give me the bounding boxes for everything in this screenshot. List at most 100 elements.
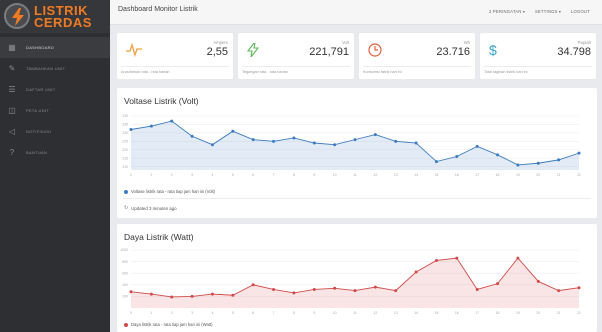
help-icon: ? (9, 147, 15, 157)
voltage-x-tick-label: 7 (273, 173, 275, 177)
stat-value: 34.798 (557, 46, 591, 58)
voltage-data-point (272, 139, 276, 143)
sidebar-item-label: DASHBOARD (26, 45, 55, 50)
stat-unit: Volt (342, 40, 349, 45)
lightning-logo-icon (4, 3, 30, 29)
divider (484, 66, 592, 67)
power-x-tick-label: 2 (171, 311, 173, 315)
voltage-x-tick-label: 18 (496, 173, 500, 177)
power-y-tick-label: 1000 (120, 248, 128, 252)
dollar-icon: $ (489, 42, 497, 58)
voltage-area (131, 121, 579, 170)
power-data-point (353, 289, 357, 293)
power-y-tick-label: 800 (122, 260, 128, 264)
voltage-x-tick-label: 17 (475, 173, 479, 177)
power-data-point (394, 289, 398, 293)
power-x-tick-label: 6 (252, 311, 254, 315)
brand-logo[interactable]: LISTRIK CERDAS (0, 0, 110, 33)
power-y-tick-label: 200 (122, 295, 128, 299)
notifications-dropdown[interactable]: 2 PERINGATAN ▾ (489, 9, 525, 14)
stat-description: Konsumsi listrik hari ini (363, 70, 402, 74)
power-x-tick-label: 11 (353, 311, 357, 315)
voltage-chart: 2102152202252302352400 1 2 3 4 5 6 7 8 9 10 11 12 13 1… (122, 114, 581, 177)
power-data-point (129, 290, 133, 294)
voltage-data-point (251, 138, 255, 142)
voltage-x-tick-label: 22 (577, 173, 581, 177)
legend-swatch (124, 322, 128, 327)
top-bar: Dashboard Monitor Listrik 2 PERINGATAN ▾… (110, 0, 602, 25)
refresh-icon: ↻ (124, 205, 129, 211)
stat-card-ampere: Ampere 2,55 Arus/beban rata - rata haria… (117, 33, 233, 79)
power-x-tick-label: 18 (496, 311, 500, 315)
voltage-data-point (516, 163, 520, 167)
power-chart-legend: Daya listrik rata - rata tiap jam hari i… (124, 322, 213, 327)
sidebar-item-tambahkan-unit[interactable]: ✎ TAMBAHKAN UNIT (0, 58, 110, 79)
edit-icon: ✎ (8, 63, 16, 73)
power-x-tick-label: 8 (293, 311, 295, 315)
power-data-point (414, 270, 418, 274)
stat-unit: Rupiah (577, 40, 591, 45)
voltage-y-tick-label: 230 (122, 131, 128, 135)
sidebar-item-label: BANTUAN (26, 150, 48, 155)
bell-icon: ◁ (8, 126, 16, 136)
voltage-data-point (170, 119, 174, 123)
legend-label: Daya listrik rata - rata tiap jam hari i… (131, 322, 213, 327)
power-data-point (536, 279, 540, 283)
stat-card-rupiah: $ Rupiah 34.798 Total tagihan listrik ha… (480, 33, 596, 79)
sidebar-item-dashboard[interactable]: ▦ DASHBOARD (0, 37, 110, 58)
voltage-y-tick-label: 210 (122, 165, 128, 169)
voltage-x-tick-label: 15 (435, 173, 439, 177)
map-icon: ◫ (8, 105, 16, 115)
voltage-data-point (557, 158, 561, 162)
power-y-tick-label: 600 (122, 271, 128, 275)
power-data-point (210, 292, 214, 296)
voltage-y-tick-label: 240 (122, 114, 128, 118)
power-x-tick-label: 12 (373, 311, 377, 315)
pulse-icon (126, 42, 142, 60)
voltage-data-point (312, 141, 316, 145)
power-data-point (170, 295, 174, 299)
voltage-y-tick-label: 225 (122, 140, 128, 144)
voltage-data-point (149, 124, 153, 128)
power-data-point (496, 282, 500, 286)
updated-text: Updated 3 minutes ago (131, 205, 177, 211)
voltage-x-tick-label: 13 (394, 173, 398, 177)
voltage-data-point (496, 153, 500, 157)
power-data-point (373, 285, 377, 289)
voltage-x-tick-label: 5 (232, 173, 234, 177)
voltage-data-point (190, 134, 194, 138)
voltage-chart-legend: Voltase listrik rata - rata tiap jam har… (124, 189, 215, 194)
sidebar-item-label: NOTIFIKASI (26, 129, 52, 134)
divider (242, 66, 350, 67)
divider (121, 66, 229, 67)
power-x-tick-label: 9 (313, 311, 315, 315)
settings-dropdown[interactable]: SETTINGS ▾ (535, 9, 561, 14)
sidebar-item-peta-unit[interactable]: ◫ PETA UNIT (0, 100, 110, 121)
stat-unit: Ampere (213, 40, 228, 45)
stat-value: 221,791 (309, 46, 349, 58)
voltage-x-tick-label: 16 (455, 173, 459, 177)
power-x-tick-label: 21 (557, 311, 561, 315)
voltage-x-tick-label: 20 (536, 173, 540, 177)
power-data-point (190, 294, 194, 298)
sidebar-item-notifikasi[interactable]: ◁ NOTIFIKASI (0, 121, 110, 142)
power-data-point (231, 293, 235, 297)
voltage-x-tick-label: 10 (333, 173, 337, 177)
power-x-tick-label: 17 (475, 311, 479, 315)
power-data-point (577, 286, 581, 290)
stat-value: 23.716 (436, 46, 470, 58)
sidebar-item-bantuan[interactable]: ? BANTUAN (0, 142, 110, 163)
power-chart: 20040060080010000 1 2 3 4 5 6 7 8 9 10 11 12 13 14 15 16… (120, 248, 581, 315)
sidebar-item-daftar-unit[interactable]: ☰ DAFTAR UNIT (0, 79, 110, 100)
power-chart-title: Daya Listrik (Watt) (124, 232, 194, 242)
divider (363, 66, 471, 67)
stat-value: 2,55 (206, 46, 228, 58)
power-data-point (475, 287, 479, 291)
sidebar-item-label: PETA UNIT (26, 108, 50, 113)
bolt-icon (246, 42, 260, 60)
power-data-point (272, 287, 276, 291)
power-data-point (516, 256, 520, 260)
divider (123, 198, 591, 199)
stat-unit: Wh (463, 40, 470, 45)
logout-link[interactable]: LOGOUT (571, 9, 590, 14)
